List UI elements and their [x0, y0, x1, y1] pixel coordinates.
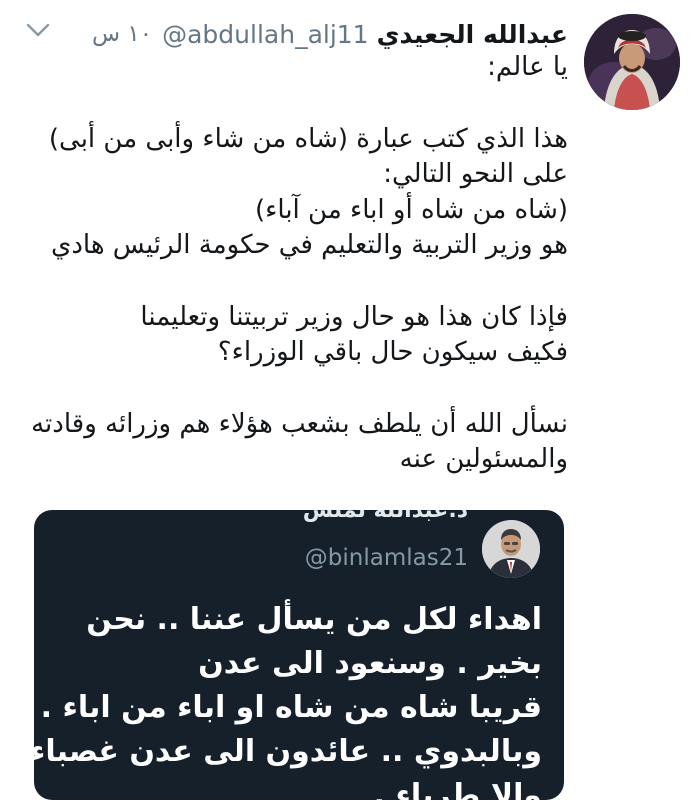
quoted-line: وبالبدوي .. عائدون الى عدن غصباء: [34, 734, 542, 769]
tweet-text: يا عالم: هذا الذي كتب عبارة (شاه من شاء …: [8, 50, 568, 478]
tweet-line: على النحو التالي:: [383, 159, 568, 189]
avatar-image: [584, 14, 680, 110]
quoted-line: قريبا شاه من شاه او اباء من اباء .: [40, 690, 542, 725]
tweet: عبدالله الجعيدي @abdullah_alj11 ١٠ س يا …: [0, 0, 700, 808]
quoted-line: والا طرباء .: [373, 778, 542, 800]
tweet-header: عبدالله الجعيدي @abdullah_alj11 ١٠ س: [92, 16, 568, 52]
quoted-tweet[interactable]: د.عبدالله لملس @binlamlas21 اهداء لكل من…: [34, 510, 564, 800]
quoted-tweet-header: د.عبدالله لملس @binlamlas21: [46, 510, 546, 588]
quoted-avatar-image: [482, 520, 540, 578]
tweet-line: والمسئولين عنه: [399, 444, 568, 474]
tweet-line: هو وزير التربية والتعليم في حكومة الرئيس…: [50, 230, 568, 260]
tweet-line: فكيف سيكون حال باقي الوزراء؟: [217, 337, 568, 367]
tweet-line: يا عالم:: [487, 52, 568, 82]
tweet-line: هذا الذي كتب عبارة (شاه من شاء وأبى من أ…: [48, 123, 568, 154]
quoted-avatar[interactable]: [482, 520, 540, 578]
quoted-line: بخير . وسنعود الى عدن: [198, 646, 542, 681]
chevron-down-icon[interactable]: [22, 18, 54, 42]
quoted-line: اهداء لكل من يسأل عننا .. نحن: [86, 602, 542, 637]
tweet-line: نسأل الله أن يلطف بشعب هؤلاء هم وزرائه و…: [31, 408, 568, 439]
timestamp[interactable]: ١٠ س: [92, 21, 152, 47]
display-name[interactable]: عبدالله الجعيدي: [377, 20, 568, 49]
avatar[interactable]: [584, 14, 680, 110]
handle[interactable]: @abdullah_alj11: [162, 20, 368, 49]
quoted-tweet-text: اهداء لكل من يسأل عننا .. نحن بخير . وسن…: [34, 598, 542, 800]
quoted-handle[interactable]: @binlamlas21: [305, 545, 468, 571]
tweet-line: فإذا كان هذا هو حال وزير تربيتنا وتعليمن…: [140, 301, 568, 332]
quoted-display-name[interactable]: د.عبدالله لملس: [303, 510, 468, 523]
tweet-line: (شاه من شاه أو اباء من آباء): [255, 194, 568, 225]
